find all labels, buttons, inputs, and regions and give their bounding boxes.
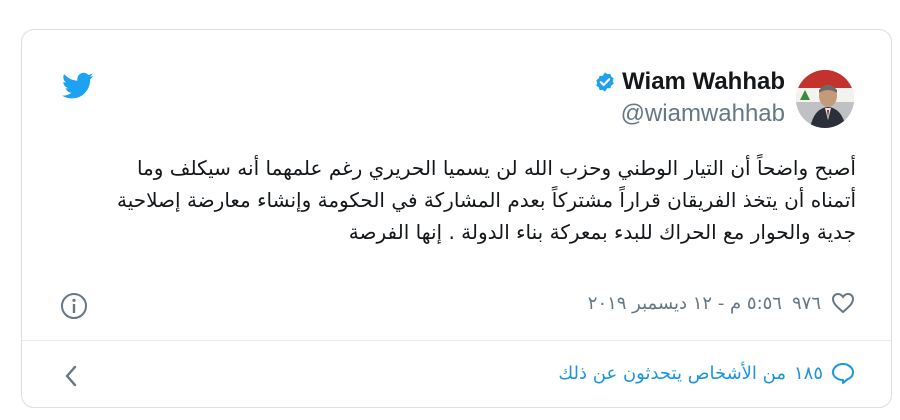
tweet-text-line: جدية والحوار مع الحراك للبدء بمعركة بناء… [348, 220, 856, 244]
tweet-footer: ١٨٥ من الأشخاص يتحدثون عن ذلك [58, 358, 855, 394]
divider [22, 340, 891, 341]
verified-badge-icon [596, 72, 614, 92]
heart-icon[interactable] [831, 292, 855, 314]
tweet-timestamp[interactable]: ٥:٥٦ م - ١٢ ديسمبر ٢٠١٩ [588, 293, 782, 314]
tweet-meta-row: ٩٧٦ ٥:٥٦ م - ١٢ ديسمبر ٢٠١٩ [58, 290, 855, 324]
chevron-left-icon[interactable] [62, 364, 80, 388]
twitter-bird-icon[interactable] [62, 72, 94, 100]
people-talking-link[interactable]: ١٨٥ من الأشخاص يتحدثون عن ذلك [558, 362, 855, 384]
info-icon[interactable] [59, 291, 89, 321]
tweet-card[interactable]: Wiam Wahhab @wiamwahhab أصبح واضحاً أن ا… [21, 29, 892, 408]
author-handle[interactable]: @wiamwahhab [594, 100, 785, 128]
tweet-text-line: أصبح واضحاً أن التيار الوطني وحزب الله ل… [136, 156, 856, 180]
people-talking-count[interactable]: ١٨٥ [794, 363, 823, 384]
author-block[interactable]: Wiam Wahhab @wiamwahhab [594, 66, 785, 128]
tweet-text-line: أتمناه أن يتخذ الفريقان قراراً مشتركاً ب… [117, 188, 856, 212]
speech-bubble-icon [832, 363, 854, 384]
tweet-text: أصبح واضحاً أن التيار الوطني وحزب الله ل… [52, 152, 856, 248]
avatar-image [796, 70, 854, 128]
avatar[interactable] [796, 70, 854, 128]
author-display-name[interactable]: Wiam Wahhab [622, 68, 785, 96]
like-count[interactable]: ٩٧٦ [792, 293, 821, 314]
people-talking-label[interactable]: من الأشخاص يتحدثون عن ذلك [558, 363, 786, 384]
